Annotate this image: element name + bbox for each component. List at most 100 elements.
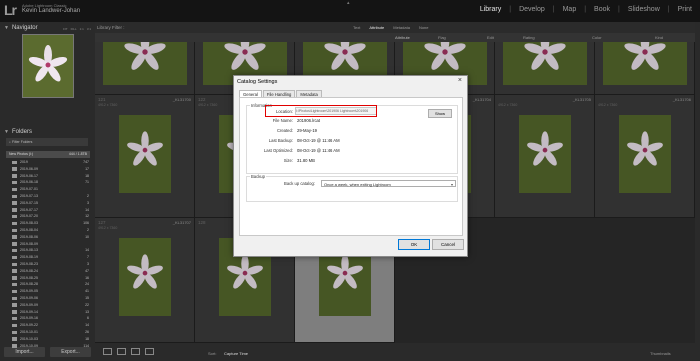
volume-row[interactable]: New Photos (I:) 444 / 1.8TB: [6, 151, 90, 158]
survey-view-icon[interactable]: [145, 348, 154, 355]
last-backup-label: Last Backup:: [268, 138, 293, 143]
folder-name: 2019-07-15: [20, 200, 38, 205]
navigator-header[interactable]: ▼ Navigator: [4, 25, 38, 31]
folder-name: 2019-09-14: [20, 309, 38, 314]
folder-item[interactable]: 2019-08-19 7: [6, 254, 90, 261]
filter-tab-metadata[interactable]: Metadata: [393, 25, 410, 30]
backup-frequency-select[interactable]: Once a week, when exiting Lightroom ▾: [321, 180, 456, 187]
zoom-fit[interactable]: FIT: [63, 27, 68, 31]
folder-item[interactable]: 2019-08-03 106: [6, 220, 90, 227]
attribute-label: Attribute: [395, 35, 410, 40]
folder-item[interactable]: 2019-08-25 16: [6, 275, 90, 282]
loupe-view-icon[interactable]: [117, 348, 126, 355]
filter-tab-none[interactable]: None: [419, 25, 429, 30]
show-button[interactable]: Show: [428, 109, 452, 118]
ok-button[interactable]: OK: [398, 239, 430, 250]
compare-view-icon[interactable]: [131, 348, 140, 355]
folder-item[interactable]: 2019-09-09 22: [6, 302, 90, 309]
library-filter-bar: Library Filter : Text Attribute Metadata…: [95, 22, 695, 33]
folder-icon: [12, 221, 17, 226]
top-bar: Lr Adobe Lightroom Classic Kevin Landwer…: [0, 0, 700, 22]
folder-name: 2019-10-03: [20, 336, 38, 341]
folder-count: 106: [83, 221, 89, 226]
chevron-down-icon: ▾: [450, 182, 453, 187]
folder-item[interactable]: 2019-10-03 18: [6, 336, 90, 343]
folder-item[interactable]: 2019-07-01: [6, 186, 90, 193]
folder-item[interactable]: 2019-08-28 24: [6, 281, 90, 288]
folder-item[interactable]: 2019 747: [6, 159, 90, 166]
zoom-fill[interactable]: FILL: [71, 27, 77, 31]
module-library[interactable]: Library: [480, 6, 501, 13]
folder-name: 2019-08-06: [20, 234, 38, 239]
folder-item[interactable]: 2019-08-24 47: [6, 268, 90, 275]
folder-item[interactable]: 2019-06-18 71: [6, 179, 90, 186]
folder-item[interactable]: 2019-08-09: [6, 241, 90, 248]
folder-icon: [12, 337, 17, 341]
filter-folders-input[interactable]: ⌕ Filter Folders: [6, 138, 88, 146]
dialog-title: Catalog Settings: [237, 79, 278, 85]
lightroom-logo: Lr: [4, 2, 17, 18]
folder-icon: [12, 276, 17, 280]
rating-label[interactable]: Rating: [523, 35, 535, 40]
folder-item[interactable]: 2019-08-23 3: [6, 261, 90, 268]
filter-tab-attribute[interactable]: Attribute: [369, 25, 384, 30]
folder-item[interactable]: 2019-08-04 2: [6, 227, 90, 234]
module-book[interactable]: Book: [594, 6, 610, 13]
chevron-up-icon[interactable]: ▴: [347, 0, 350, 6]
kind-label[interactable]: Kind: [655, 35, 663, 40]
left-panel: ▼ Navigator FIT FILL 1:1 3:1 ▼ Folders ⌕ F…: [0, 22, 95, 361]
folder-count: 14: [85, 323, 89, 328]
folder-item[interactable]: 2019-07-20 12: [6, 213, 90, 220]
module-develop[interactable]: Develop: [519, 6, 545, 13]
zoom-1-1[interactable]: 1:1: [80, 27, 84, 31]
created-value: 29-May-19: [297, 128, 318, 133]
flower-image: [23, 35, 73, 97]
folder-item[interactable]: 2019-09-14 13: [6, 309, 90, 316]
folder-icon: [12, 235, 17, 239]
folder-icon: [12, 180, 17, 185]
volume-size: 444 / 1.8TB: [68, 152, 87, 156]
folder-icon: [12, 242, 17, 246]
filter-tab-text[interactable]: Text: [353, 25, 360, 30]
folder-icon: [12, 187, 17, 192]
color-label[interactable]: Color: [592, 35, 602, 40]
folder-icon: [12, 330, 17, 334]
folder-item[interactable]: 2019-09-16 6: [6, 315, 90, 322]
module-print[interactable]: Print: [678, 6, 692, 13]
navigator-preview[interactable]: [22, 34, 74, 98]
module-separator: |: [552, 6, 555, 13]
grid-view-icon[interactable]: [103, 348, 112, 355]
folder-item[interactable]: 2019-07-15 3: [6, 200, 90, 207]
right-panel-edge: [695, 22, 700, 361]
folder-item[interactable]: 2019-09-22 14: [6, 322, 90, 329]
folder-item[interactable]: 2019-10-09 114: [6, 343, 90, 350]
folder-item[interactable]: 2019-07-17 14: [6, 207, 90, 214]
module-slideshow[interactable]: Slideshow: [628, 6, 660, 13]
folder-icon: [12, 255, 17, 260]
folder-item[interactable]: 2019-09-06 15: [6, 295, 90, 302]
module-picker: Library | Develop | Map | Book | Slidesh…: [480, 6, 692, 13]
folder-item[interactable]: 2019-09-05 41: [6, 288, 90, 295]
folder-item[interactable]: 2019-08-06 10: [6, 234, 90, 241]
folder-item[interactable]: 2019-10-01 26: [6, 329, 90, 336]
navigator-title: Navigator: [11, 25, 38, 31]
folder-count: 3: [87, 262, 89, 266]
cancel-button[interactable]: Cancel: [432, 239, 464, 250]
folder-name: 2019-08-04: [20, 228, 38, 232]
folder-name: 2019-10-01: [20, 330, 38, 334]
edit-label[interactable]: Edit: [487, 35, 494, 40]
folders-header[interactable]: ▼ Folders: [4, 129, 32, 135]
folder-count: 15: [85, 296, 89, 300]
zoom-3-1[interactable]: 3:1: [87, 27, 91, 31]
sort-select[interactable]: Capture Time: [224, 351, 248, 356]
folder-item[interactable]: 2019-06-09 17: [6, 166, 90, 173]
module-map[interactable]: Map: [563, 6, 577, 13]
folder-item[interactable]: 2019-07-13 2: [6, 193, 90, 200]
folder-item[interactable]: 2019-08-13 14: [6, 247, 90, 254]
flag-label[interactable]: Flag: [438, 35, 446, 40]
close-icon[interactable]: ×: [458, 77, 462, 84]
folder-count: 22: [85, 302, 89, 307]
folder-item[interactable]: 2019-06-17 18: [6, 173, 90, 180]
last-optimized-value: 08-Oct-19 @ 11:46 AM: [297, 148, 340, 153]
folder-count: 71: [85, 180, 89, 185]
